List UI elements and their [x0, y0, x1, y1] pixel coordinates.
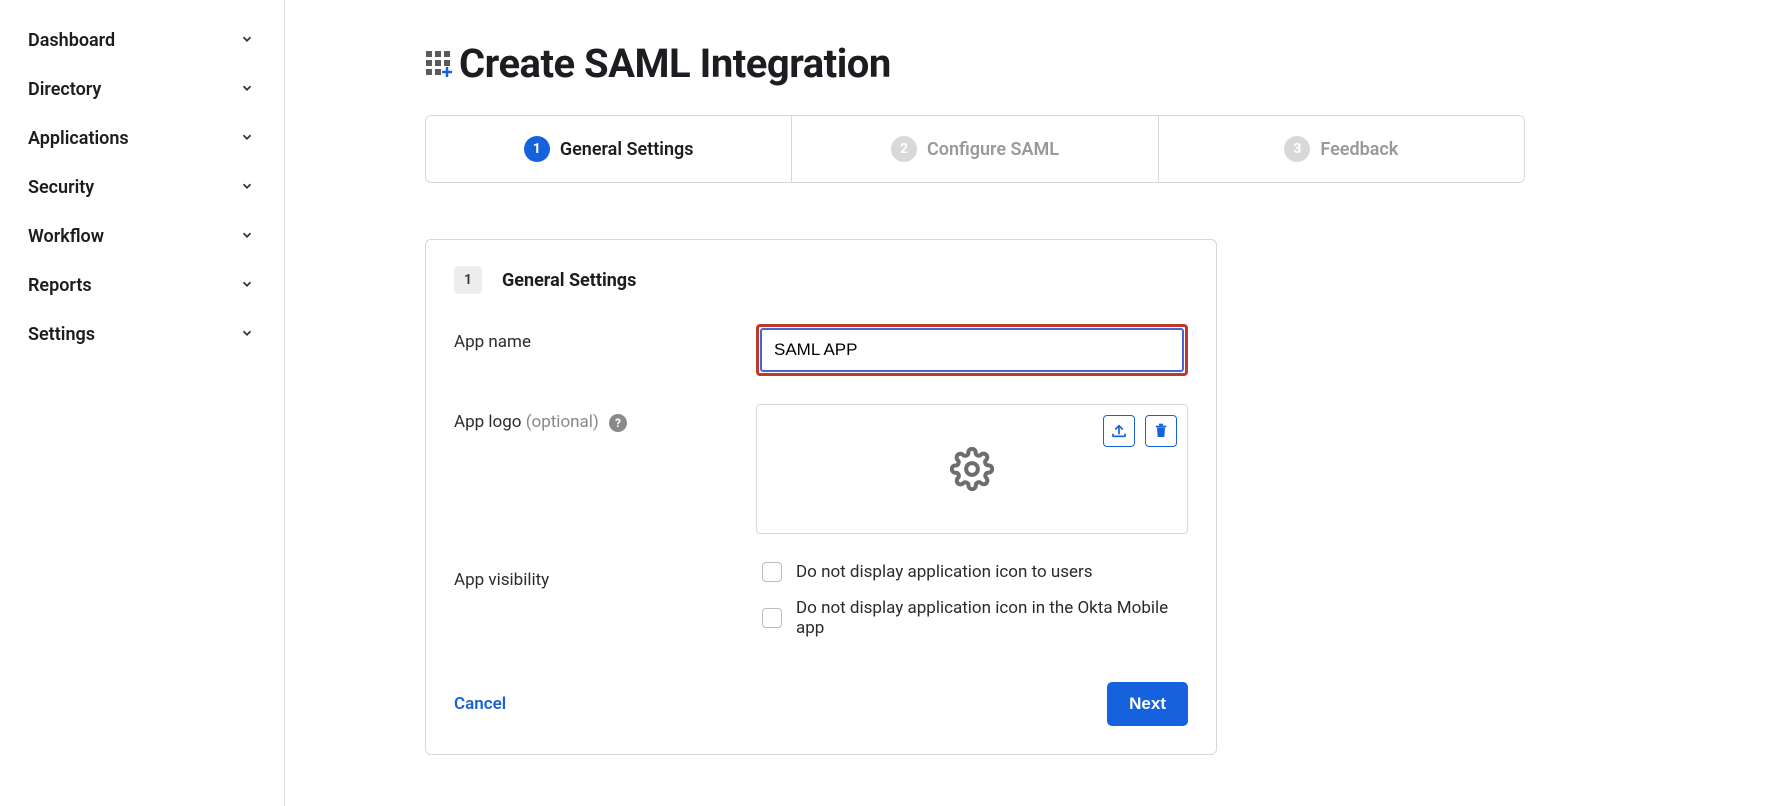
chevron-down-icon — [240, 326, 254, 344]
sidebar-item-settings[interactable]: Settings — [0, 310, 284, 359]
next-button[interactable]: Next — [1107, 682, 1188, 726]
step-general-settings[interactable]: 1 General Settings — [426, 116, 792, 182]
step-feedback[interactable]: 3 Feedback — [1159, 116, 1524, 182]
step-label: General Settings — [560, 139, 694, 160]
sidebar-item-label: Directory — [28, 79, 101, 100]
section-number: 1 — [454, 266, 482, 294]
stepper: 1 General Settings 2 Configure SAML 3 Fe… — [425, 115, 1525, 183]
sidebar-item-label: Applications — [28, 128, 129, 149]
sidebar-item-label: Dashboard — [28, 30, 115, 51]
checkbox-label: Do not display application icon to users — [796, 562, 1093, 582]
sidebar: Dashboard Directory Applications Securit… — [0, 0, 285, 806]
checkbox-label: Do not display application icon in the O… — [796, 598, 1188, 638]
upload-button[interactable] — [1103, 415, 1135, 447]
label-app-logo-text: App logo — [454, 412, 526, 432]
cancel-button[interactable]: Cancel — [454, 694, 506, 714]
step-badge: 2 — [891, 136, 917, 162]
chevron-down-icon — [240, 32, 254, 50]
card-footer: Cancel Next — [454, 682, 1188, 726]
section-title: General Settings — [502, 270, 636, 291]
chevron-down-icon — [240, 81, 254, 99]
sidebar-item-workflow[interactable]: Workflow — [0, 212, 284, 261]
sidebar-item-label: Settings — [28, 324, 95, 345]
sidebar-item-dashboard[interactable]: Dashboard — [0, 16, 284, 65]
chevron-down-icon — [240, 179, 254, 197]
app-grid-plus-icon — [425, 50, 453, 78]
step-configure-saml[interactable]: 2 Configure SAML — [792, 116, 1158, 182]
step-label: Feedback — [1320, 139, 1398, 160]
help-icon[interactable]: ? — [609, 414, 627, 432]
section-header: 1 General Settings — [454, 266, 1188, 294]
main-content: Create SAML Integration 1 General Settin… — [285, 0, 1782, 806]
sidebar-item-applications[interactable]: Applications — [0, 114, 284, 163]
sidebar-item-directory[interactable]: Directory — [0, 65, 284, 114]
form-card: 1 General Settings App name App logo (op… — [425, 239, 1217, 755]
checkbox-hide-users[interactable] — [762, 562, 782, 582]
step-label: Configure SAML — [927, 139, 1059, 160]
step-badge: 3 — [1284, 136, 1310, 162]
checkbox-hide-mobile[interactable] — [762, 608, 782, 628]
visibility-option-users: Do not display application icon to users — [762, 562, 1188, 582]
label-app-name: App name — [454, 324, 756, 352]
gear-icon — [950, 447, 994, 491]
row-app-name: App name — [454, 324, 1188, 376]
chevron-down-icon — [240, 277, 254, 295]
label-app-logo: App logo (optional) ? — [454, 404, 756, 432]
app-name-input[interactable] — [760, 328, 1184, 372]
sidebar-item-security[interactable]: Security — [0, 163, 284, 212]
chevron-down-icon — [240, 130, 254, 148]
app-name-highlight — [756, 324, 1188, 376]
delete-button[interactable] — [1145, 415, 1177, 447]
page-header: Create SAML Integration — [425, 40, 1722, 87]
page-title: Create SAML Integration — [459, 40, 891, 87]
logo-upload-box — [756, 404, 1188, 534]
sidebar-item-label: Workflow — [28, 226, 104, 247]
sidebar-item-reports[interactable]: Reports — [0, 261, 284, 310]
row-app-visibility: App visibility Do not display applicatio… — [454, 562, 1188, 654]
label-app-visibility: App visibility — [454, 562, 762, 590]
chevron-down-icon — [240, 228, 254, 246]
sidebar-item-label: Reports — [28, 275, 92, 296]
step-badge: 1 — [524, 136, 550, 162]
visibility-option-mobile: Do not display application icon in the O… — [762, 598, 1188, 638]
row-app-logo: App logo (optional) ? — [454, 404, 1188, 534]
label-optional: (optional) — [526, 412, 599, 432]
sidebar-item-label: Security — [28, 177, 94, 198]
